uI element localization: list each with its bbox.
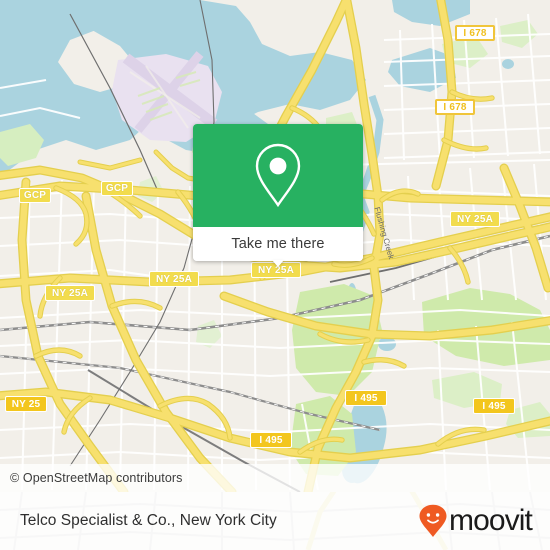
osm-attribution-text[interactable]: © OpenStreetMap contributors (0, 471, 183, 485)
shield-ny25a-west: NY 25A (45, 285, 95, 301)
popup-pointer-tail (272, 260, 284, 267)
shield-i495-lower: I 495 (250, 432, 292, 448)
take-me-there-button[interactable]: Take me there (231, 236, 324, 252)
shield-ny25: NY 25 (5, 396, 47, 412)
moovit-smiley-pin-icon (419, 504, 447, 537)
map-page: Flushing Creek GCP GCP I 678 I 678 NY 25… (0, 0, 550, 550)
footer-bar: Telco Specialist & Co., New York City mo… (0, 492, 550, 550)
map-attribution-bar: © OpenStreetMap contributors (0, 464, 550, 492)
moovit-wordmark: moovit (449, 504, 533, 537)
shield-ny25a-mid: NY 25A (149, 271, 199, 287)
shield-i678-south: I 678 (435, 99, 475, 115)
popup-action-area[interactable]: Take me there (193, 227, 363, 261)
shield-gcp-east: GCP (101, 181, 133, 196)
shield-i495-east: I 495 (473, 398, 515, 414)
location-pin-icon (255, 143, 301, 207)
location-popup-card[interactable]: Take me there (193, 124, 363, 267)
shield-i678-north: I 678 (455, 25, 495, 41)
shield-gcp-west: GCP (19, 188, 51, 203)
shield-i495-west: I 495 (345, 390, 387, 406)
place-title: Telco Specialist & Co., New York City (20, 512, 277, 529)
moovit-brand[interactable]: moovit (418, 504, 550, 538)
shield-ny25a-east: NY 25A (450, 211, 500, 227)
popup-image-area (193, 124, 363, 227)
